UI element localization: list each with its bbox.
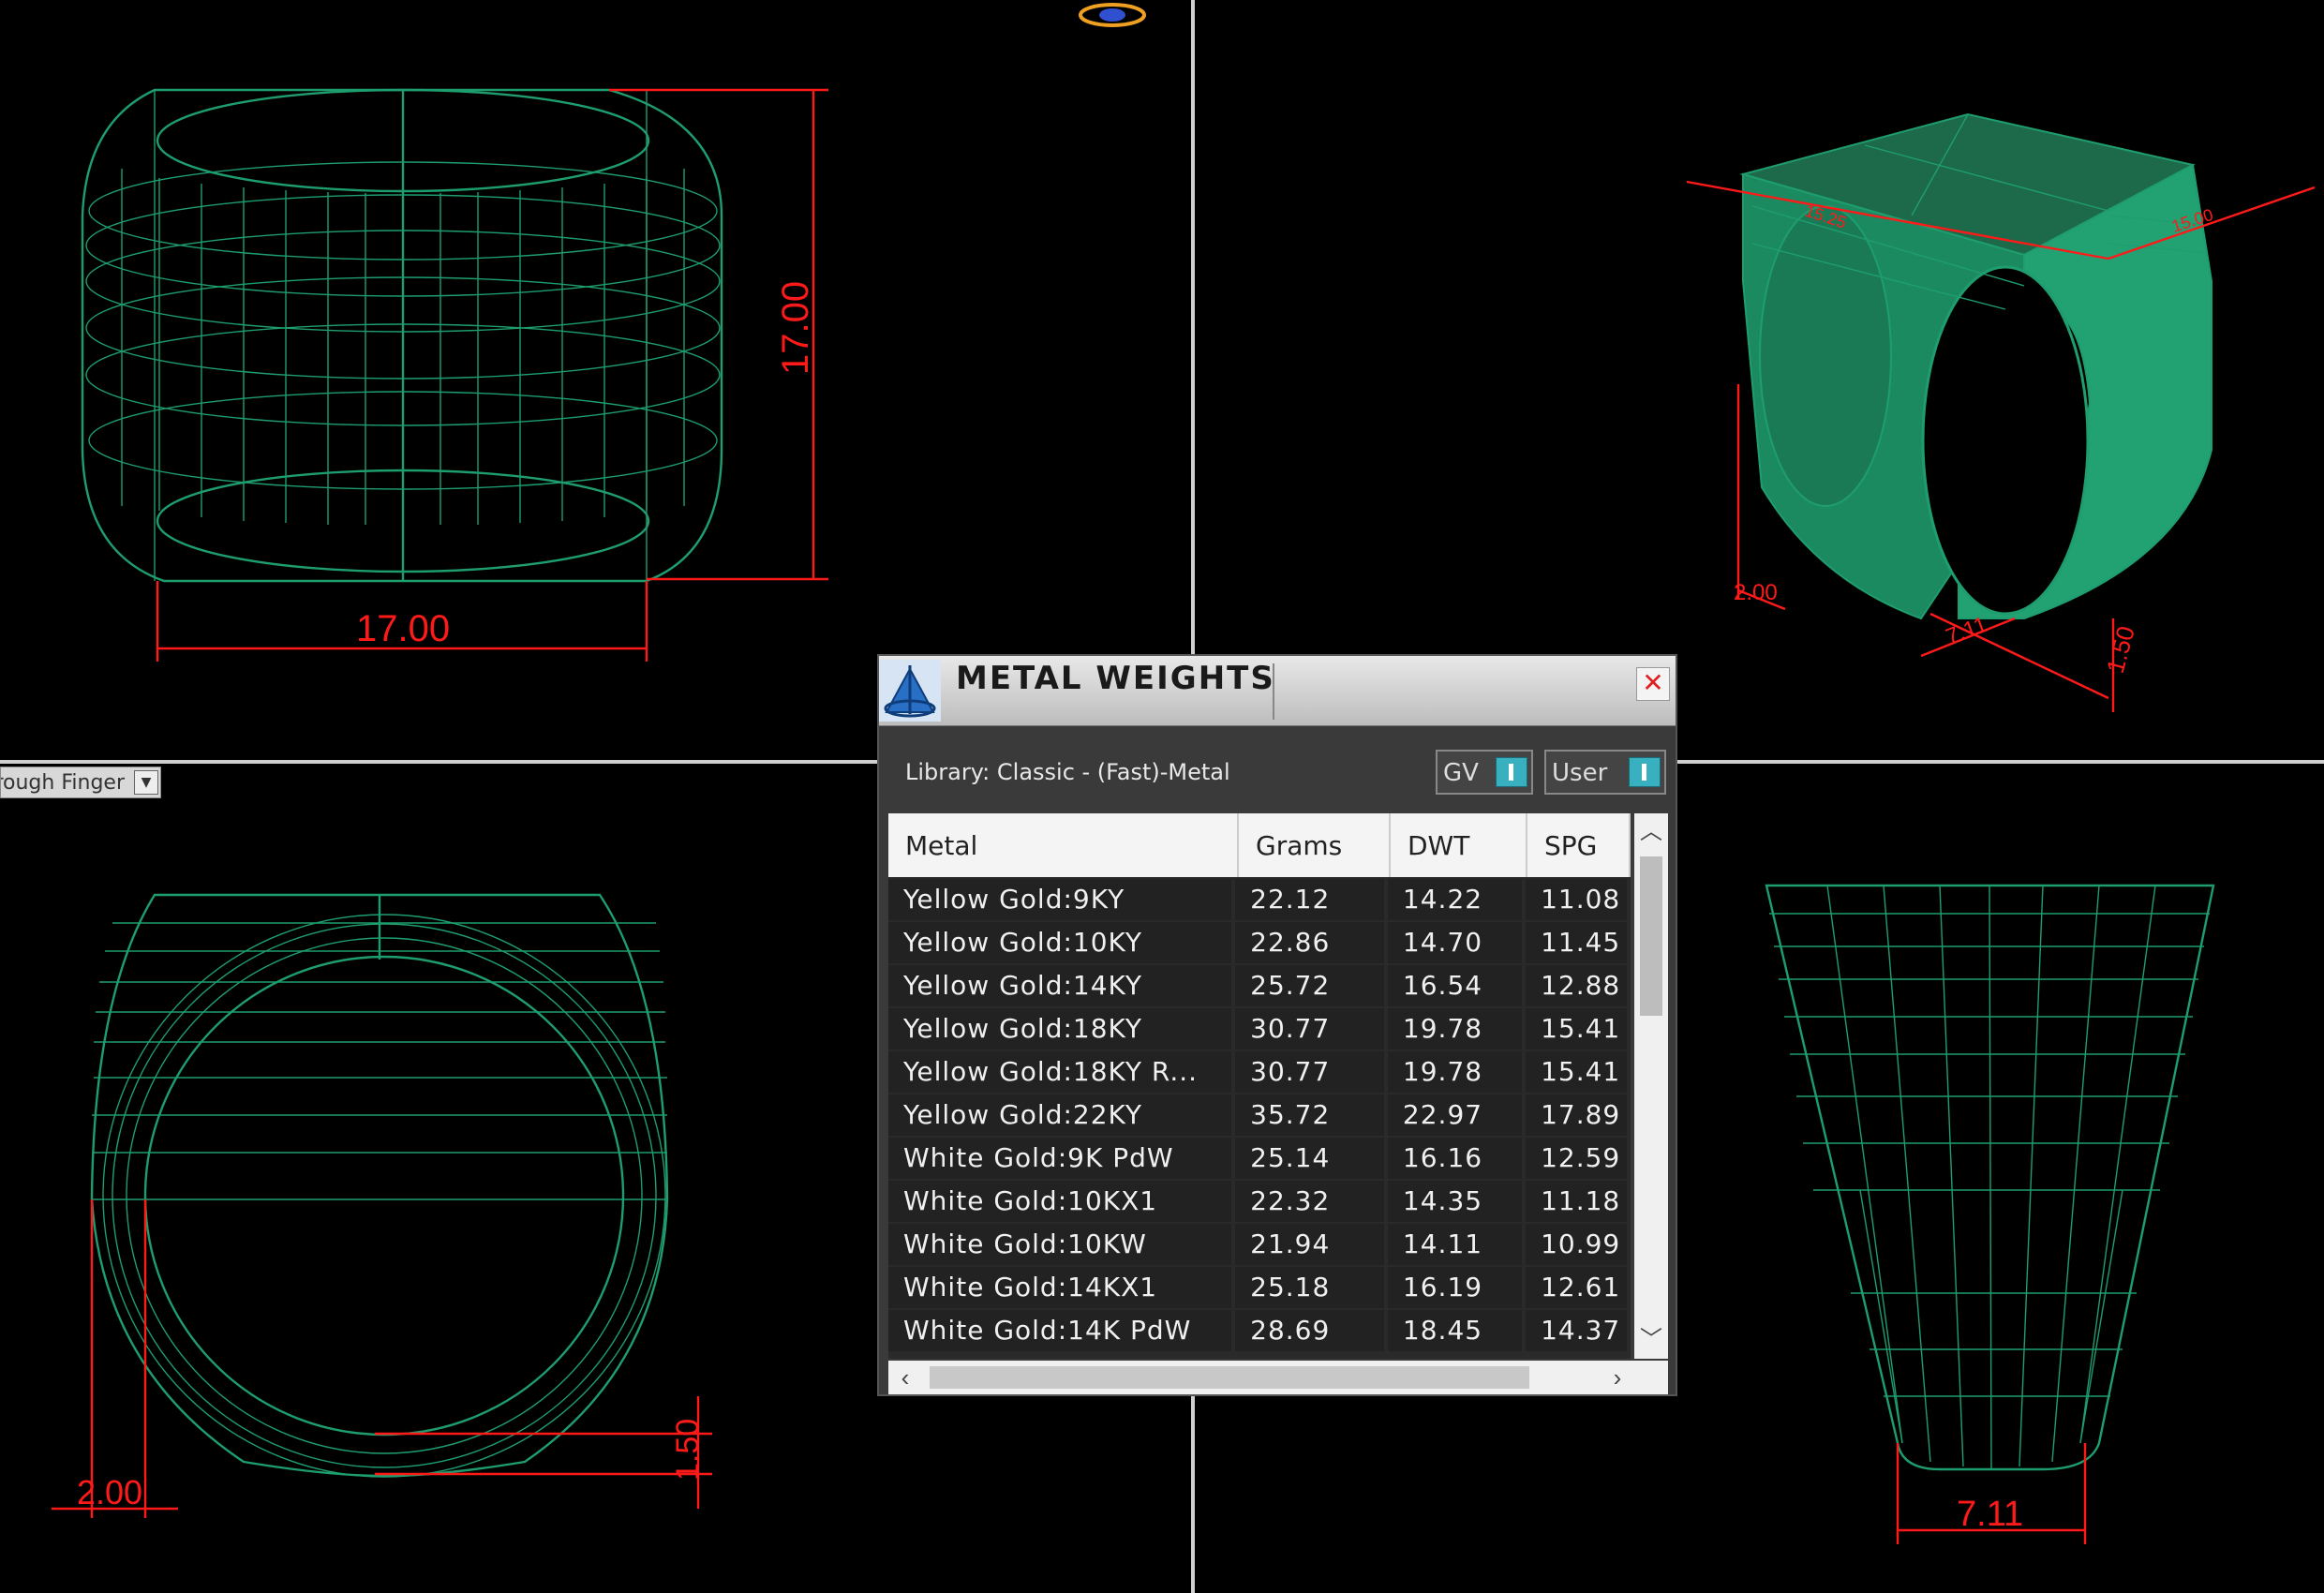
front-height-label: 17.00 — [775, 281, 816, 375]
cell-spg: 12.59 — [1526, 1138, 1627, 1179]
cell-dwt: 14.70 — [1387, 922, 1523, 963]
top-bottom-label: 7.11 — [1957, 1495, 2023, 1534]
table-row[interactable]: Yellow Gold:10KY 22.86 14.70 11.45 — [888, 922, 1631, 963]
cell-metal: White Gold:10KW — [888, 1224, 1232, 1265]
table-row[interactable]: Yellow Gold:18KY 30.77 19.78 15.41 — [888, 1008, 1631, 1050]
persp-bottom-left-label: 2.00 — [1734, 580, 1778, 605]
cell-dwt: 14.11 — [1387, 1224, 1523, 1265]
front-view-wireframe[interactable] — [81, 88, 723, 583]
cell-grams: 22.12 — [1235, 879, 1384, 920]
cell-metal: White Gold:9K PdW — [888, 1138, 1232, 1179]
cell-spg: 15.41 — [1526, 1008, 1627, 1050]
cell-dwt: 16.54 — [1387, 965, 1523, 1006]
panel-title: METAL WEIGHTS — [956, 660, 1275, 697]
cell-metal: Yellow Gold:18KY R... — [888, 1051, 1232, 1093]
table-row[interactable]: White Gold:10KX1 22.32 14.35 11.18 — [888, 1181, 1631, 1222]
column-header-metal[interactable]: Metal — [888, 813, 1239, 877]
cell-grams: 25.14 — [1235, 1138, 1384, 1179]
gv-toggle[interactable]: GV — [1436, 750, 1533, 795]
cell-dwt: 19.78 — [1387, 1008, 1523, 1050]
table-header: Metal Grams DWT SPG — [888, 813, 1631, 877]
scroll-left-icon[interactable]: ‹ — [888, 1361, 922, 1394]
side-left-label: 2.00 — [77, 1473, 142, 1511]
scroll-right-icon[interactable]: › — [1601, 1361, 1634, 1394]
table-row[interactable]: White Gold:9K PdW 25.14 16.16 12.59 — [888, 1138, 1631, 1179]
cell-dwt: 22.97 — [1387, 1094, 1523, 1136]
dropdown-label: rough Finger — [0, 771, 125, 795]
table-row[interactable]: White Gold:10KW 21.94 14.11 10.99 — [888, 1224, 1631, 1265]
cell-grams: 22.86 — [1235, 922, 1384, 963]
cell-dwt: 14.35 — [1387, 1181, 1523, 1222]
side-view-wireframe[interactable] — [90, 893, 669, 1478]
cell-spg: 11.18 — [1526, 1181, 1627, 1222]
cell-metal: White Gold:14KX1 — [888, 1267, 1232, 1308]
cell-spg: 15.41 — [1526, 1051, 1627, 1093]
top-view-wireframe[interactable] — [1765, 884, 2215, 1471]
cell-grams: 25.72 — [1235, 965, 1384, 1006]
cell-dwt: 19.78 — [1387, 1051, 1523, 1093]
cell-grams: 21.94 — [1235, 1224, 1384, 1265]
table-row[interactable]: Yellow Gold:14KY 25.72 16.54 12.88 — [888, 965, 1631, 1006]
cell-dwt: 18.45 — [1387, 1310, 1523, 1351]
cell-spg: 10.99 — [1526, 1224, 1627, 1265]
cell-spg: 14.37 — [1526, 1310, 1627, 1351]
cell-metal: Yellow Gold:9KY — [888, 879, 1232, 920]
cell-metal: Yellow Gold:14KY — [888, 965, 1232, 1006]
persp-bottom-mid-label: 7.11 — [1943, 612, 1990, 650]
cell-spg: 11.08 — [1526, 879, 1627, 920]
cell-grams: 35.72 — [1235, 1094, 1384, 1136]
close-icon[interactable]: ✕ — [1636, 667, 1670, 701]
cell-spg: 17.89 — [1526, 1094, 1627, 1136]
persp-bottom-right-label: 1.50 — [2101, 623, 2140, 677]
table-row[interactable]: Yellow Gold:9KY 22.12 14.22 11.08 — [888, 879, 1631, 920]
column-header-dwt[interactable]: DWT — [1391, 813, 1527, 877]
user-toggle[interactable]: User — [1544, 750, 1666, 795]
cell-spg: 11.45 — [1526, 922, 1627, 963]
titlebar-separator — [1273, 663, 1274, 720]
panel-titlebar[interactable]: METAL WEIGHTS ✕ — [879, 656, 1676, 726]
toggle-switch-icon[interactable] — [1629, 757, 1661, 787]
vertical-scrollbar[interactable]: ︿ ﹀ — [1634, 813, 1668, 1359]
user-toggle-label: User — [1552, 759, 1608, 787]
horizontal-scroll-thumb[interactable] — [930, 1366, 1529, 1389]
gv-toggle-label: GV — [1443, 759, 1479, 787]
cell-spg: 12.61 — [1526, 1267, 1627, 1308]
cell-grams: 30.77 — [1235, 1051, 1384, 1093]
cell-metal: Yellow Gold:22KY — [888, 1094, 1232, 1136]
front-dimension-lines — [156, 88, 828, 662]
cell-metal: Yellow Gold:18KY — [888, 1008, 1232, 1050]
table-row[interactable]: White Gold:14KX1 25.18 16.19 12.61 — [888, 1267, 1631, 1308]
side-right-label: 1.50 — [670, 1419, 706, 1481]
toggle-switch-icon[interactable] — [1496, 757, 1527, 787]
dropdown-arrow-icon[interactable]: ▼ — [134, 770, 158, 795]
column-header-grams[interactable]: Grams — [1239, 813, 1391, 877]
cell-dwt: 16.16 — [1387, 1138, 1523, 1179]
table-row[interactable]: Yellow Gold:18KY R... 30.77 19.78 15.41 — [888, 1051, 1631, 1093]
cell-dwt: 16.19 — [1387, 1267, 1523, 1308]
cell-metal: White Gold:10KX1 — [888, 1181, 1232, 1222]
vertical-scroll-thumb[interactable] — [1640, 856, 1662, 1016]
horizontal-scrollbar[interactable]: ‹ › — [888, 1361, 1668, 1394]
cell-dwt: 14.22 — [1387, 879, 1523, 920]
scroll-down-icon[interactable]: ﹀ — [1634, 1321, 1668, 1359]
cell-grams: 25.18 — [1235, 1267, 1384, 1308]
column-header-spg[interactable]: SPG — [1527, 813, 1631, 877]
cell-spg: 12.88 — [1526, 965, 1627, 1006]
metal-weights-panel[interactable]: METAL WEIGHTS ✕ Library: Classic - (Fast… — [877, 654, 1677, 1396]
table-row[interactable]: White Gold:14K PdW 28.69 18.45 14.37 — [888, 1310, 1631, 1351]
cell-grams: 28.69 — [1235, 1310, 1384, 1351]
compass-icon — [879, 660, 941, 722]
front-width-label: 17.00 — [356, 608, 450, 649]
scroll-up-icon[interactable]: ︿ — [1634, 813, 1668, 851]
metal-weights-table[interactable]: Metal Grams DWT SPG Yellow Gold:9KY 22.12… — [888, 813, 1631, 1359]
cell-metal: White Gold:14K PdW — [888, 1310, 1232, 1351]
cell-grams: 22.32 — [1235, 1181, 1384, 1222]
table-row[interactable]: Yellow Gold:22KY 35.72 22.97 17.89 — [888, 1094, 1631, 1136]
perspective-view-wireframe[interactable] — [1739, 112, 2212, 620]
viewport-mode-dropdown[interactable]: rough Finger ▼ — [0, 767, 161, 798]
cell-metal: Yellow Gold:10KY — [888, 922, 1232, 963]
cell-grams: 30.77 — [1235, 1008, 1384, 1050]
ring-gizmo-icon[interactable] — [1079, 3, 1146, 27]
library-label: Library: Classic - (Fast)-Metal — [905, 759, 1230, 785]
